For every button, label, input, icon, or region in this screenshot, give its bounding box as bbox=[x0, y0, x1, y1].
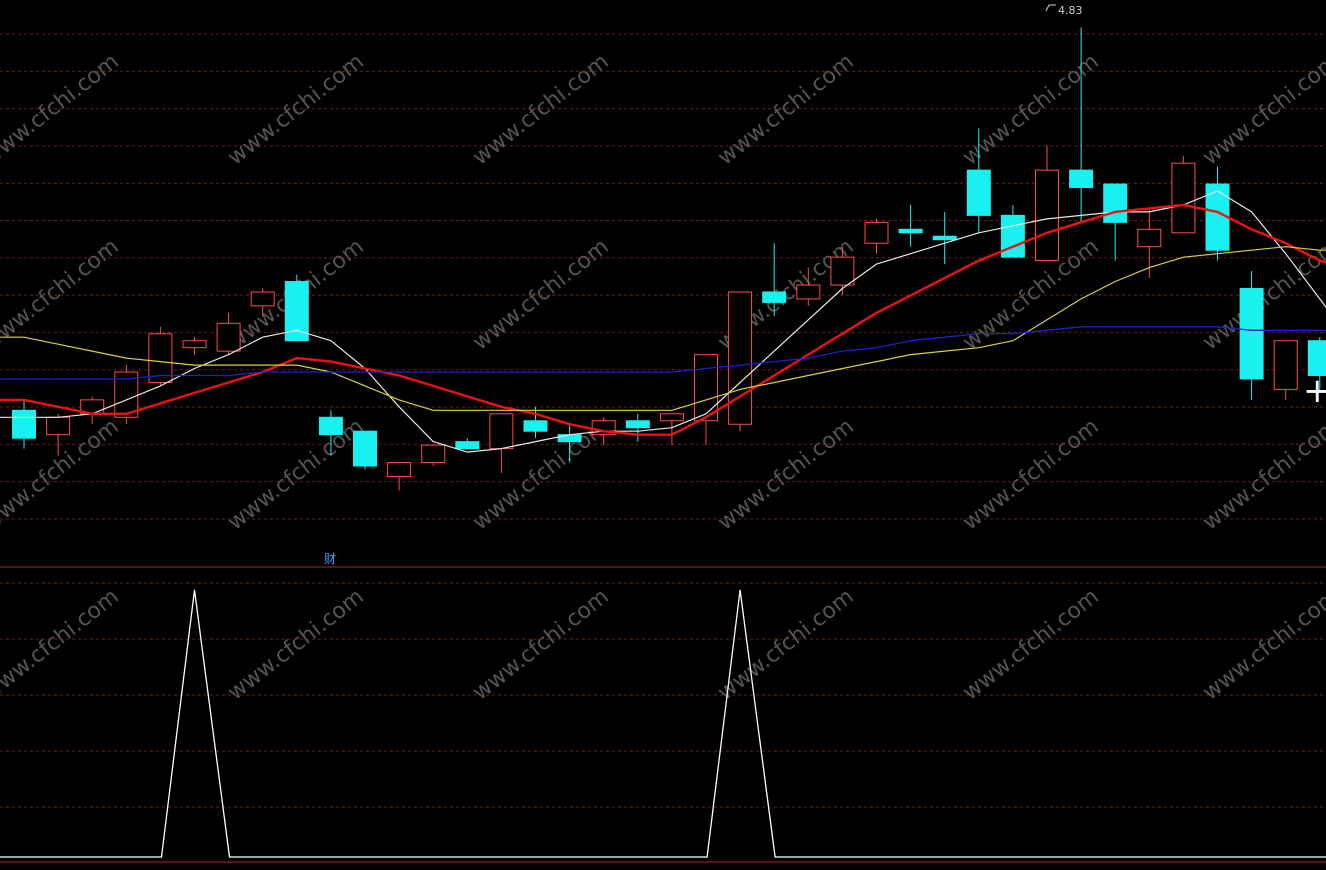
candle bbox=[729, 292, 752, 431]
candle bbox=[456, 438, 479, 448]
candle bbox=[354, 431, 377, 469]
panel-divider bbox=[0, 567, 1326, 862]
candle-body-up bbox=[1138, 229, 1161, 246]
candle-body-down bbox=[1104, 184, 1127, 222]
candle-body-up bbox=[831, 257, 854, 285]
candle bbox=[865, 219, 888, 254]
candle-body-down bbox=[524, 421, 547, 431]
candle bbox=[422, 445, 445, 466]
candle-body-up bbox=[183, 341, 206, 348]
candle-body-down bbox=[899, 229, 922, 232]
watermark-text: www.cfchi.com bbox=[0, 584, 124, 705]
watermark-text: www.cfchi.com bbox=[958, 49, 1103, 170]
candle bbox=[1240, 271, 1263, 400]
candle-body-down bbox=[933, 236, 956, 239]
candle bbox=[1274, 341, 1297, 400]
watermark-text: www.cfchi.com bbox=[468, 49, 613, 170]
candle-body-down bbox=[354, 431, 377, 466]
watermark-text: www.cfchi.com bbox=[958, 414, 1103, 535]
stock-chart-window[interactable]: www.cfchi.com www.cfchi.com www.cfchi.com w… bbox=[0, 0, 1326, 866]
candle-body-up bbox=[422, 445, 445, 462]
candle bbox=[1104, 184, 1127, 261]
watermark-text: www.cfchi.com bbox=[223, 49, 368, 170]
candle-body-up bbox=[729, 292, 752, 424]
chart-canvas[interactable]: www.cfchi.com www.cfchi.com www.cfchi.com w… bbox=[0, 0, 1326, 866]
crosshair-cursor-icon: + bbox=[1303, 371, 1326, 411]
moving-average-lines bbox=[0, 191, 1326, 452]
watermark-text: www.cfchi.com bbox=[468, 584, 613, 705]
candle-body-up bbox=[865, 222, 888, 243]
candle-body-down bbox=[626, 421, 649, 428]
candle bbox=[149, 327, 172, 386]
candle bbox=[933, 212, 956, 264]
candlestick-series bbox=[13, 27, 1326, 490]
ma-line-blue bbox=[0, 327, 1326, 379]
candle bbox=[1206, 167, 1229, 261]
candle bbox=[217, 313, 240, 355]
watermark-text: www.cfchi.com bbox=[713, 49, 858, 170]
candle-body-up bbox=[695, 355, 718, 421]
candle-body-down bbox=[456, 442, 479, 449]
candle bbox=[183, 337, 206, 354]
candle bbox=[490, 414, 513, 473]
candle-body-up bbox=[388, 463, 411, 477]
watermark-layer: www.cfchi.com www.cfchi.com www.cfchi.com w… bbox=[0, 49, 1326, 705]
candle-body-down bbox=[763, 292, 786, 302]
candle-body-up bbox=[47, 417, 70, 434]
watermark-text: www.cfchi.com bbox=[223, 414, 368, 535]
high-price-label: 4.83 bbox=[1058, 4, 1083, 17]
watermark-text: www.cfchi.com bbox=[1198, 49, 1326, 170]
candle bbox=[1036, 146, 1059, 261]
indicator-panel bbox=[0, 590, 1326, 857]
watermark-text: www.cfchi.com bbox=[713, 414, 858, 535]
candle-body-up bbox=[1274, 341, 1297, 390]
candle-body-up bbox=[251, 292, 274, 306]
watermark-text: www.cfchi.com bbox=[958, 584, 1103, 705]
high-marker-icon bbox=[1046, 5, 1056, 11]
ma-line-yellow bbox=[0, 247, 1326, 411]
candle-body-down bbox=[1240, 288, 1263, 379]
candle-body-up bbox=[797, 285, 820, 299]
candle-body-down bbox=[319, 417, 342, 434]
ma-line-white bbox=[0, 191, 1326, 452]
indicator-signal-line bbox=[0, 590, 1326, 857]
watermark-text: www.cfchi.com bbox=[0, 49, 124, 170]
candle-body-up bbox=[1172, 163, 1195, 233]
ma-line-red bbox=[0, 205, 1326, 435]
event-marker[interactable]: 财 bbox=[324, 552, 336, 566]
candle-body-up bbox=[1036, 170, 1059, 261]
candle bbox=[388, 463, 411, 491]
watermark-text: www.cfchi.com bbox=[1198, 414, 1326, 535]
candle bbox=[1172, 156, 1195, 233]
candle bbox=[626, 414, 649, 442]
candle-body-up bbox=[490, 414, 513, 449]
candle-body-up bbox=[217, 323, 240, 351]
watermark-text: www.cfchi.com bbox=[1198, 584, 1326, 705]
candle-body-down bbox=[1070, 170, 1093, 187]
candle-body-up bbox=[660, 414, 683, 421]
candle bbox=[899, 205, 922, 247]
candle bbox=[115, 365, 138, 424]
candle-body-down bbox=[967, 170, 990, 215]
watermark-text: www.cfchi.com bbox=[223, 584, 368, 705]
candle-body-down bbox=[13, 410, 36, 438]
watermark-text: www.cfchi.com bbox=[713, 584, 858, 705]
